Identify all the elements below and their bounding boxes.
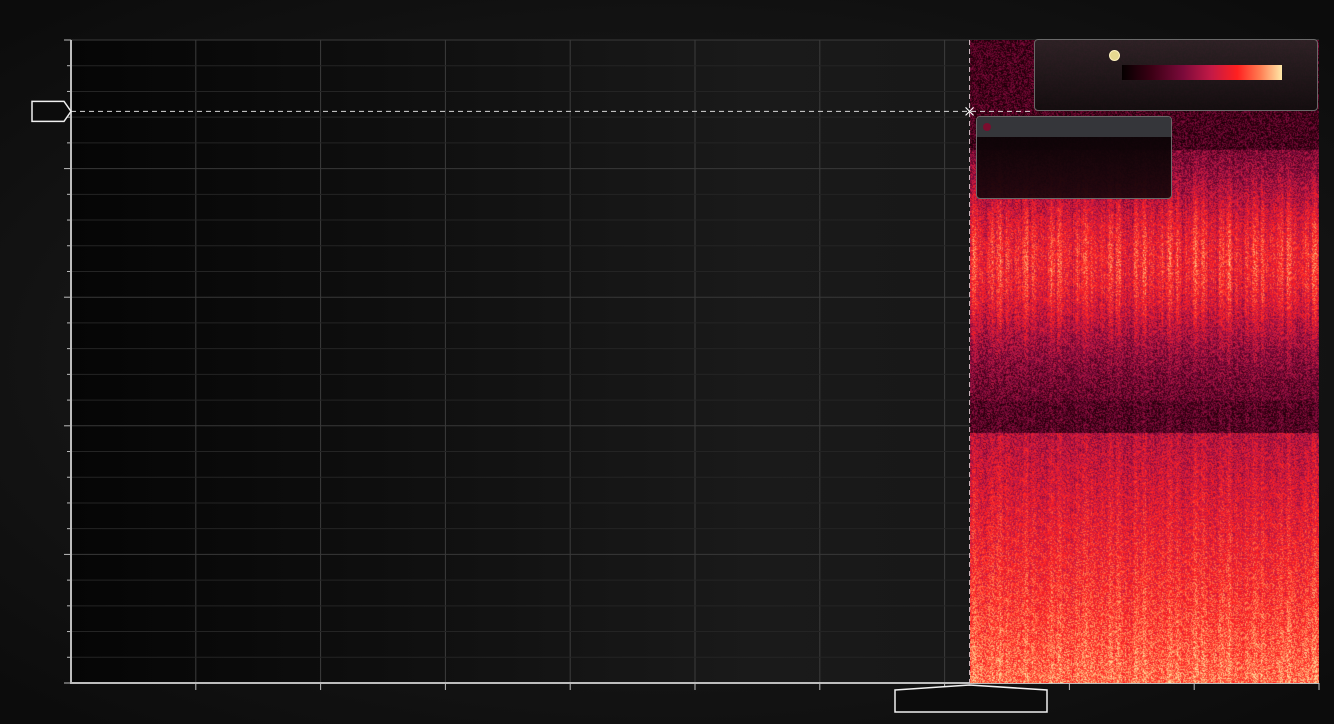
tooltip-header [977,117,1171,137]
legend-color-scale [1122,65,1282,80]
legend-swatch [1109,50,1120,61]
color-legend [1034,39,1318,111]
chart [0,0,1334,724]
hover-tooltip [976,116,1172,199]
tooltip-series-swatch [983,123,991,131]
